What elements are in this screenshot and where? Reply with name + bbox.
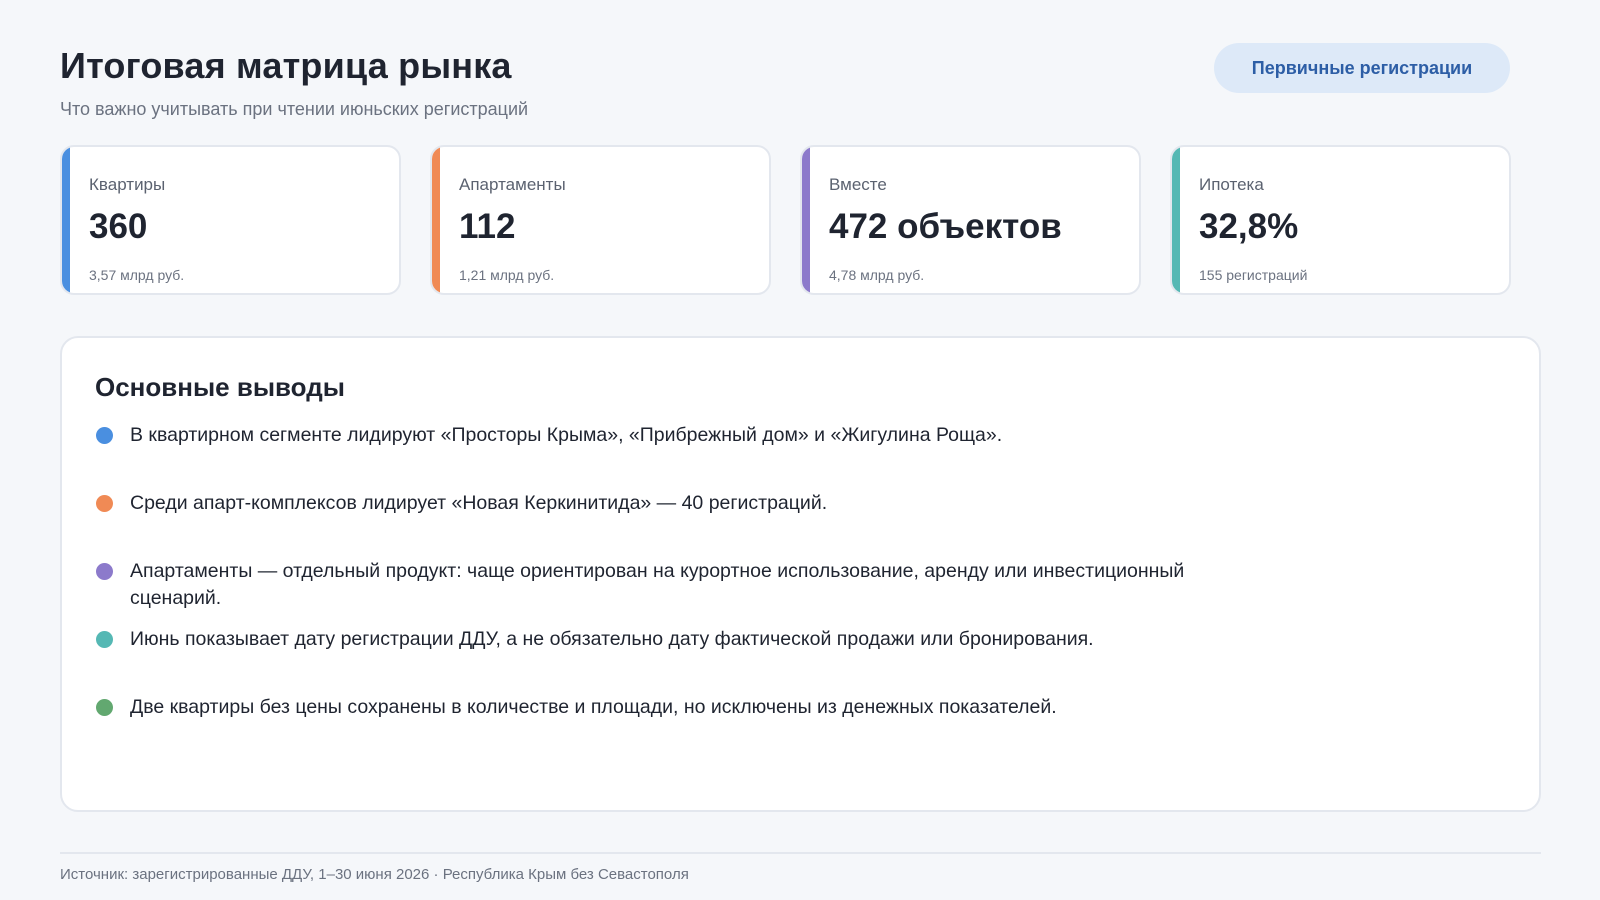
bullet-dot xyxy=(96,495,113,512)
kpi-note: 4,78 млрд руб. xyxy=(829,267,925,283)
kpi-value: 360 xyxy=(89,207,148,246)
bullet-dot xyxy=(96,563,113,580)
kpi-value: 32,8% xyxy=(1199,207,1299,246)
kpi-cards: Квартиры 360 3,57 млрд руб. Апартаменты … xyxy=(60,145,1511,295)
bullet-dot xyxy=(96,699,113,716)
page-subtitle: Что важно учитывать при чтении июньских … xyxy=(60,99,529,119)
kpi-card-total: Вместе 472 объектов 4,78 млрд руб. xyxy=(800,145,1141,295)
list-item: Две квартиры без цены сохранены в количе… xyxy=(95,694,1225,721)
kpi-value: 472 объектов xyxy=(829,207,1062,246)
page: Итоговая матрица рынка Что важно учитыва… xyxy=(0,0,1600,900)
kpi-card-mortgage: Ипотека 32,8% 155 регистраций xyxy=(1170,145,1511,295)
list-item-text: Среди апарт-комплексов лидирует «Новая К… xyxy=(130,492,828,514)
kpi-card-apartments: Квартиры 360 3,57 млрд руб. xyxy=(60,145,401,295)
kpi-value: 112 xyxy=(459,207,516,246)
kpi-note: 1,21 млрд руб. xyxy=(459,267,555,283)
header: Итоговая матрица рынка Что важно учитыва… xyxy=(60,43,1510,124)
list-item: Июнь показывает дату регистрации ДДУ, а … xyxy=(95,626,1225,653)
kpi-label: Апартаменты xyxy=(459,175,566,194)
source-note: Источник: зарегистрированные ДДУ, 1–30 и… xyxy=(60,866,689,883)
kpi-accent-bar xyxy=(62,147,70,293)
bullet-dot xyxy=(96,427,113,444)
kpi-note: 3,57 млрд руб. xyxy=(89,267,185,283)
kpi-label: Ипотека xyxy=(1199,175,1264,194)
bullet-dot xyxy=(96,631,113,648)
kpi-accent-bar xyxy=(802,147,810,293)
kpi-label: Вместе xyxy=(829,175,887,194)
list-item: В квартирном сегменте лидируют «Просторы… xyxy=(95,422,1225,449)
list-item: Среди апарт-комплексов лидирует «Новая К… xyxy=(95,490,1225,517)
list-item-text: В квартирном сегменте лидируют «Просторы… xyxy=(130,424,1003,446)
list-item-text: Апартаменты — отдельный продукт: чаще ор… xyxy=(130,560,1185,609)
kpi-note: 155 регистраций xyxy=(1199,267,1308,283)
list-item: Апартаменты — отдельный продукт: чаще ор… xyxy=(95,558,1225,612)
kpi-accent-bar xyxy=(432,147,440,293)
list-item-text: Июнь показывает дату регистрации ДДУ, а … xyxy=(130,628,1094,650)
kpi-card-serviced-apartments: Апартаменты 112 1,21 млрд руб. xyxy=(430,145,771,295)
conclusions-title: Основные выводы xyxy=(95,372,345,402)
conclusions-panel: Основные выводы В квартирном сегменте ли… xyxy=(60,336,1541,812)
category-badge: Первичные регистрации xyxy=(1214,43,1510,93)
kpi-label: Квартиры xyxy=(89,175,166,194)
kpi-accent-bar xyxy=(1172,147,1180,293)
list-item-text: Две квартиры без цены сохранены в количе… xyxy=(130,696,1057,718)
footer: Источник: зарегистрированные ДДУ, 1–30 и… xyxy=(60,852,1541,883)
